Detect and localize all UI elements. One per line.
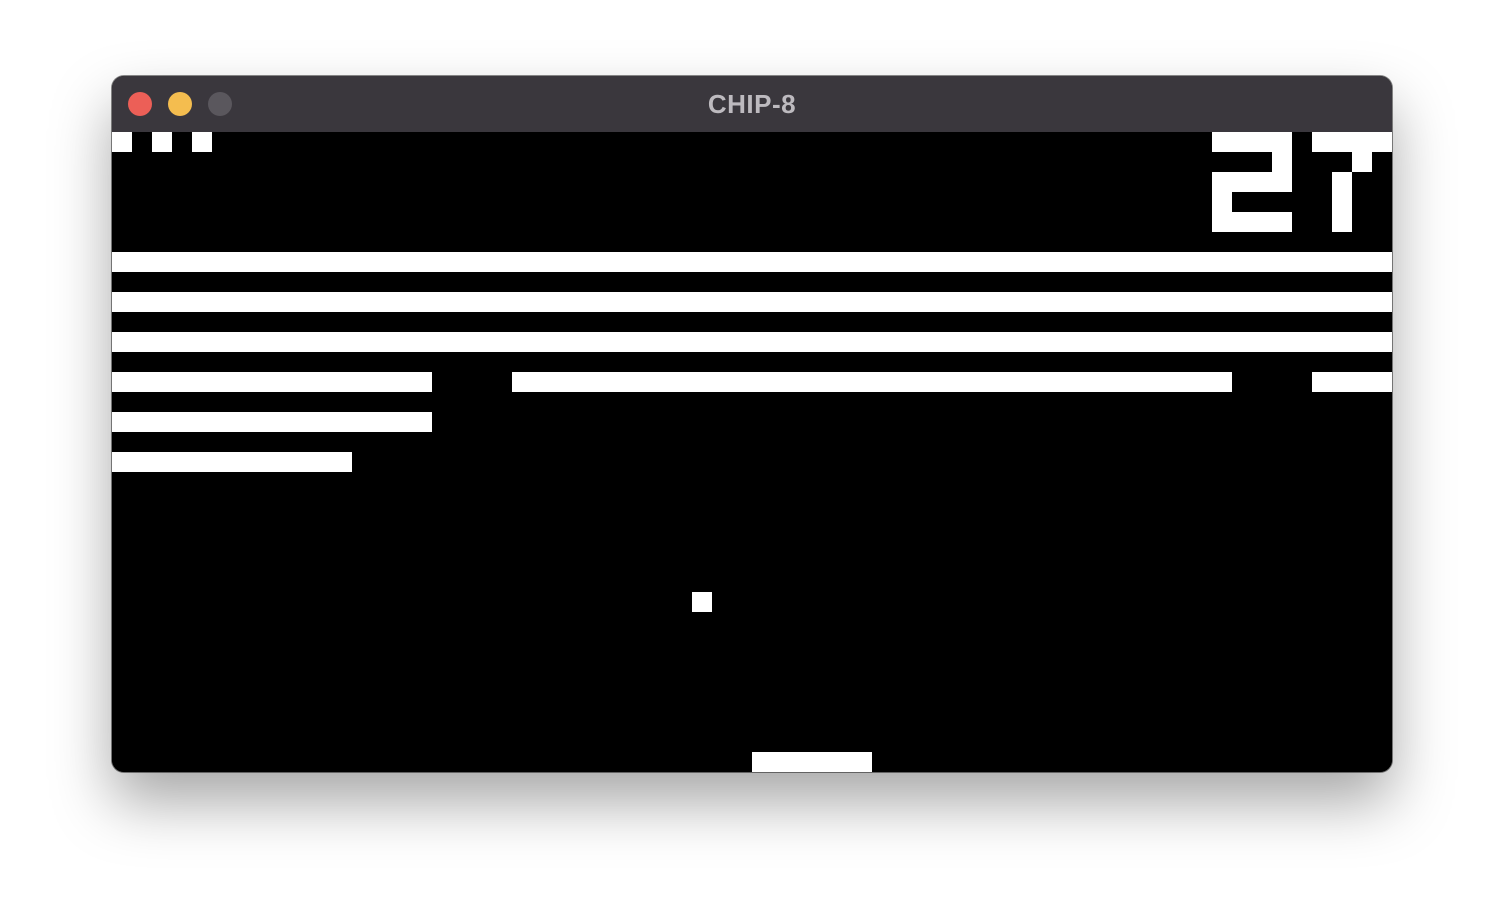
score-digit-pixel (1352, 152, 1372, 172)
brick-segment (1312, 372, 1392, 392)
brick-segment (112, 372, 432, 392)
life-marker (112, 132, 132, 152)
score-digit-pixel (1212, 132, 1292, 152)
brick-segment (512, 372, 1232, 392)
brick-row (112, 252, 1392, 272)
life-marker (192, 132, 212, 152)
ball (692, 592, 712, 612)
score-digit-pixel (1312, 132, 1392, 152)
chip8-window: CHIP-8 27 (112, 76, 1392, 772)
brick-segment (112, 412, 432, 432)
score-digit-pixel (1272, 152, 1292, 172)
score-digit-pixel (1212, 212, 1292, 232)
score-digit-pixel (1212, 172, 1292, 192)
brick-segment (112, 452, 352, 472)
game-screen[interactable]: 27 (112, 132, 1392, 772)
title-bar[interactable]: CHIP-8 (112, 76, 1392, 132)
brick-row (112, 292, 1392, 312)
brick-row (112, 332, 1392, 352)
paddle[interactable] (752, 752, 872, 772)
score-digit-pixel (1212, 192, 1232, 212)
window-title: CHIP-8 (707, 89, 797, 119)
score-digit-pixel (1332, 172, 1352, 232)
life-marker (152, 132, 172, 152)
